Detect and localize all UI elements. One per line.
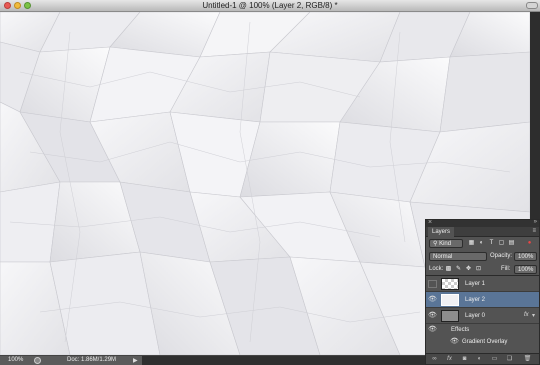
- lock-pixels-icon[interactable]: ✎: [455, 265, 462, 273]
- toolbar-toggle-button[interactable]: [526, 2, 538, 9]
- panel-header-bar: × »: [426, 219, 539, 227]
- minimize-window-button[interactable]: [14, 2, 21, 9]
- pixel-filter-icon[interactable]: ▦: [468, 239, 475, 247]
- zoom-level[interactable]: 100%: [8, 356, 23, 365]
- lock-row: Lock: ▩ ✎ ✥ ⊡ Fill: 100%: [426, 263, 539, 276]
- layers-list: Layer 1 👁 Layer 2 👁 Layer 0 fx ▾ 👁 Effec…: [426, 276, 539, 360]
- adjustment-layer-icon[interactable]: ◐: [475, 355, 484, 364]
- layers-panel-toolbar: ∞ fx ◙ ◐ ▭ ❏ 🗑: [426, 353, 539, 364]
- opacity-label: Opacity:: [490, 253, 513, 259]
- status-menu-arrow-icon[interactable]: ▶: [133, 357, 138, 365]
- layer-row-layer-0[interactable]: 👁 Layer 0 fx ▾: [426, 308, 539, 324]
- fill-input[interactable]: 100%: [514, 265, 537, 274]
- lock-position-icon[interactable]: ✥: [465, 265, 472, 273]
- layers-panel: × » Layers ≡ ⚲ Kind ▦ ◐ T ▢ ▤ ● Normal O…: [425, 219, 540, 365]
- layer-thumbnail: [441, 294, 459, 306]
- type-filter-icon[interactable]: T: [488, 239, 495, 247]
- doc-size: Doc: 1.86M/1.29M: [67, 357, 117, 363]
- layer-effects-fx-icon[interactable]: fx: [524, 312, 529, 318]
- lock-transparent-icon[interactable]: ▩: [445, 265, 452, 273]
- zoom-window-button[interactable]: [24, 2, 31, 9]
- gradient-overlay-row[interactable]: 👁 Gradient Overlay: [426, 336, 539, 348]
- window-titlebar[interactable]: Untitled-1 @ 100% (Layer 2, RGB/8) *: [0, 0, 540, 12]
- effect-item-label: Gradient Overlay: [462, 339, 508, 345]
- link-layers-icon[interactable]: ∞: [430, 355, 439, 364]
- eye-icon[interactable]: 👁: [428, 312, 437, 320]
- layer-thumbnail: [441, 278, 459, 290]
- layer-name[interactable]: Layer 1: [465, 281, 485, 287]
- close-window-button[interactable]: [4, 2, 11, 9]
- new-group-icon[interactable]: ▭: [490, 355, 499, 364]
- new-layer-icon[interactable]: ❏: [505, 355, 514, 364]
- tab-layers[interactable]: Layers: [428, 227, 455, 237]
- window-title: Untitled-1 @ 100% (Layer 2, RGB/8) *: [202, 1, 338, 10]
- eye-icon[interactable]: 👁: [428, 326, 437, 334]
- layer-row-layer-1[interactable]: Layer 1: [426, 276, 539, 292]
- expand-effects-icon[interactable]: ▾: [532, 312, 535, 319]
- blend-mode-select[interactable]: Normal: [429, 252, 487, 261]
- panel-tabs: Layers ≡: [426, 227, 539, 237]
- effects-row[interactable]: 👁 Effects: [426, 324, 539, 336]
- smart-object-filter-icon[interactable]: ▤: [508, 239, 515, 247]
- search-icon: ⚲: [433, 241, 438, 247]
- layer-name[interactable]: Layer 2: [465, 297, 485, 303]
- layer-row-layer-2[interactable]: 👁 Layer 2: [426, 292, 539, 308]
- eye-icon[interactable]: 👁: [428, 296, 437, 304]
- close-panel-icon[interactable]: ×: [428, 219, 432, 226]
- add-mask-icon[interactable]: ◙: [460, 355, 469, 364]
- opacity-input[interactable]: 100%: [514, 252, 537, 261]
- visibility-toggle[interactable]: [428, 280, 437, 288]
- adjustment-filter-icon[interactable]: ◐: [478, 239, 485, 247]
- lock-all-icon[interactable]: ⊡: [475, 265, 482, 273]
- effects-label: Effects: [451, 327, 470, 333]
- blend-row: Normal Opacity: 100%: [426, 250, 539, 263]
- fill-label: Fill:: [501, 266, 511, 272]
- collapse-panel-icon[interactable]: »: [534, 219, 537, 225]
- trash-icon[interactable]: 🗑: [523, 355, 532, 364]
- filter-row: ⚲ Kind ▦ ◐ T ▢ ▤ ●: [426, 237, 539, 250]
- filter-toggle-icon[interactable]: ●: [526, 239, 533, 247]
- lock-label: Lock:: [429, 266, 444, 272]
- layer-name[interactable]: Layer 0: [465, 313, 485, 319]
- filter-kind-select[interactable]: ⚲ Kind: [429, 239, 463, 248]
- add-layer-style-icon[interactable]: fx: [445, 355, 454, 364]
- panel-menu-icon[interactable]: ≡: [532, 228, 536, 234]
- layer-thumbnail: [441, 310, 459, 322]
- shape-filter-icon[interactable]: ▢: [498, 239, 505, 247]
- document-profile-icon[interactable]: [34, 357, 41, 364]
- eye-icon[interactable]: 👁: [450, 338, 459, 346]
